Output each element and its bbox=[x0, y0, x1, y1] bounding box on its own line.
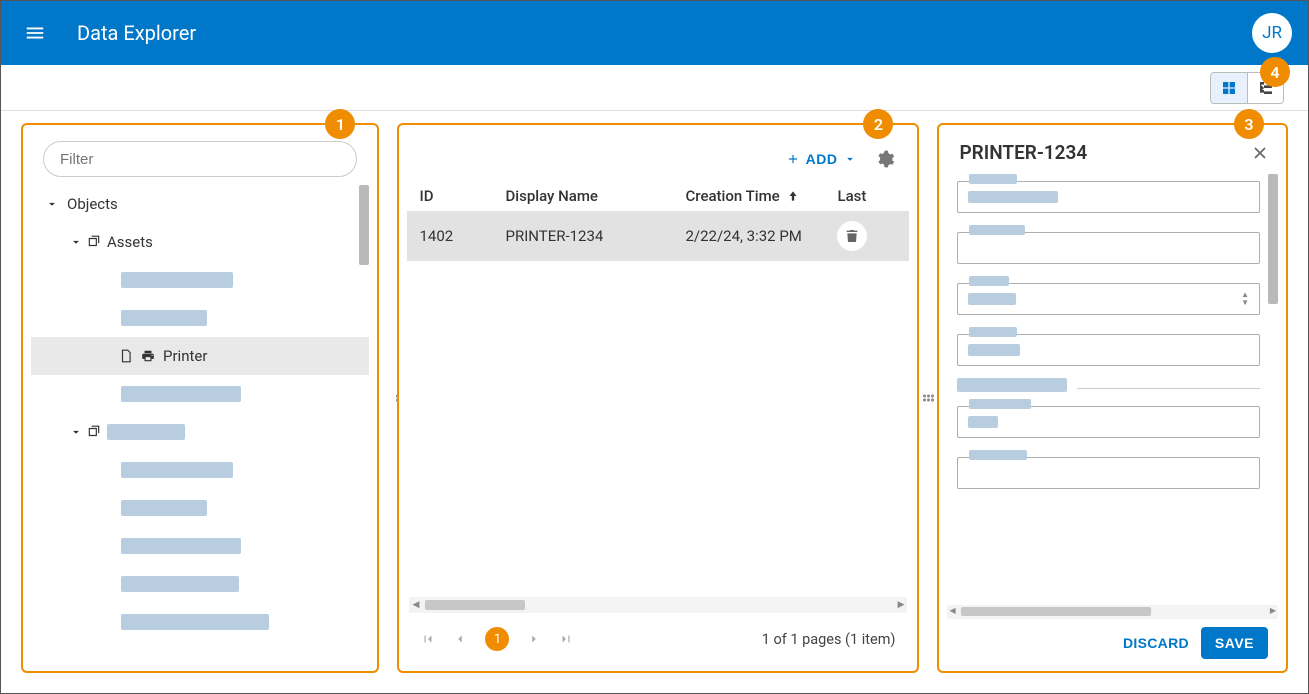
tree-item-redacted[interactable] bbox=[31, 489, 369, 527]
tree-item-redacted[interactable] bbox=[31, 261, 369, 299]
form-horizontal-scrollbar[interactable]: ◀ ▶ bbox=[947, 605, 1278, 619]
chevron-down-icon: ▼ bbox=[1241, 299, 1249, 307]
form-field-number[interactable]: ▲▼ bbox=[957, 276, 1260, 315]
tree-node-group[interactable] bbox=[31, 413, 369, 451]
chevron-down-icon bbox=[67, 235, 85, 249]
scroll-right-icon: ▶ bbox=[898, 600, 905, 610]
discard-button[interactable]: DISCARD bbox=[1123, 635, 1189, 651]
column-header-last[interactable]: Last bbox=[837, 187, 897, 205]
add-button[interactable]: ADD bbox=[786, 151, 858, 167]
column-header-id[interactable]: ID bbox=[419, 187, 505, 205]
tree-item-redacted[interactable] bbox=[31, 375, 369, 413]
object-tree: Objects Assets Printer bbox=[31, 185, 369, 659]
navigation-panel: 1 Objects Assets Printer bbox=[21, 123, 379, 673]
hamburger-menu-button[interactable] bbox=[17, 15, 53, 51]
scroll-left-icon: ◀ bbox=[412, 600, 419, 610]
form-scrollbar[interactable] bbox=[1268, 174, 1278, 601]
stack-icon bbox=[87, 235, 101, 249]
settings-button[interactable] bbox=[871, 145, 899, 173]
table-header: ID Display Name Creation Time Last bbox=[407, 181, 909, 211]
tree-filter-input[interactable] bbox=[43, 141, 357, 177]
tree-item-redacted[interactable] bbox=[31, 299, 369, 337]
details-form: ▲▼ bbox=[947, 174, 1278, 601]
sort-asc-icon bbox=[786, 189, 800, 203]
tree-label: Objects bbox=[67, 195, 118, 213]
tree-node-objects[interactable]: Objects bbox=[31, 185, 369, 223]
tree-item-redacted[interactable] bbox=[31, 603, 369, 641]
last-page-icon bbox=[559, 632, 573, 646]
add-label: ADD bbox=[806, 151, 838, 167]
scroll-left-icon: ◀ bbox=[949, 606, 955, 615]
details-title: PRINTER-1234 bbox=[959, 141, 1087, 164]
form-field[interactable] bbox=[957, 399, 1260, 438]
annotation-badge-4: 4 bbox=[1260, 57, 1290, 87]
form-field[interactable] bbox=[957, 450, 1260, 489]
panel-resize-handle[interactable] bbox=[923, 395, 935, 402]
number-stepper[interactable]: ▲▼ bbox=[1241, 291, 1249, 307]
chevron-right-icon bbox=[527, 632, 541, 646]
annotation-badge-1: 1 bbox=[325, 109, 355, 139]
tree-label: Assets bbox=[107, 233, 153, 251]
page-first-button[interactable] bbox=[421, 632, 435, 646]
cell-time: 2/22/24, 3:32 PM bbox=[685, 227, 837, 245]
tree-item-redacted[interactable] bbox=[31, 451, 369, 489]
app-title: Data Explorer bbox=[77, 21, 196, 45]
column-header-name[interactable]: Display Name bbox=[505, 187, 685, 205]
printer-icon bbox=[141, 349, 155, 363]
tree-node-assets[interactable]: Assets bbox=[31, 223, 369, 261]
page-last-button[interactable] bbox=[559, 632, 573, 646]
tree-scrollbar[interactable] bbox=[359, 185, 369, 659]
annotation-badge-3: 3 bbox=[1234, 109, 1264, 139]
cell-name: PRINTER-1234 bbox=[505, 227, 685, 245]
view-grid-button[interactable] bbox=[1211, 73, 1247, 103]
table-pager: 1 1 of 1 pages (1 item) bbox=[407, 619, 909, 659]
pager-summary: 1 of 1 pages (1 item) bbox=[762, 631, 896, 648]
secondary-toolbar bbox=[1, 65, 1308, 111]
plus-icon bbox=[786, 152, 800, 166]
tree-label: Printer bbox=[163, 347, 207, 365]
close-details-button[interactable] bbox=[1250, 143, 1270, 163]
tree-item-redacted[interactable] bbox=[31, 527, 369, 565]
hamburger-icon bbox=[24, 22, 46, 44]
tree-node-printer[interactable]: Printer bbox=[31, 337, 369, 375]
scroll-right-icon: ▶ bbox=[1270, 606, 1276, 615]
page-number-current[interactable]: 1 bbox=[485, 627, 509, 651]
gear-icon bbox=[875, 149, 895, 169]
form-field[interactable] bbox=[957, 327, 1260, 366]
file-icon bbox=[119, 349, 133, 363]
tree-item-redacted[interactable] bbox=[31, 565, 369, 603]
annotation-badge-2: 2 bbox=[863, 109, 893, 139]
data-table-panel: 2 ADD ID Display Name Creation Time bbox=[397, 123, 919, 673]
stack-icon bbox=[87, 425, 101, 439]
cell-id: 1402 bbox=[419, 227, 505, 245]
first-page-icon bbox=[421, 632, 435, 646]
chevron-down-icon bbox=[67, 425, 85, 439]
form-field[interactable] bbox=[957, 225, 1260, 264]
delete-row-button[interactable] bbox=[837, 221, 867, 251]
trash-icon bbox=[844, 228, 860, 244]
details-panel: 3 PRINTER-1234 ▲▼ bbox=[937, 123, 1288, 673]
form-field[interactable] bbox=[957, 174, 1260, 213]
chevron-left-icon bbox=[453, 632, 467, 646]
table-horizontal-scrollbar[interactable]: ◀ ▶ bbox=[409, 597, 907, 613]
chevron-down-icon bbox=[843, 152, 857, 166]
chevron-down-icon bbox=[43, 197, 61, 211]
table-row[interactable]: 1402 PRINTER-1234 2/22/24, 3:32 PM bbox=[407, 211, 909, 261]
column-header-time[interactable]: Creation Time bbox=[685, 187, 837, 205]
app-header: Data Explorer JR bbox=[1, 1, 1308, 65]
form-section-label bbox=[957, 378, 1067, 392]
page-prev-button[interactable] bbox=[453, 632, 467, 646]
close-icon bbox=[1250, 143, 1270, 163]
user-avatar[interactable]: JR bbox=[1252, 13, 1292, 53]
grid-icon bbox=[1221, 80, 1237, 96]
save-button[interactable]: SAVE bbox=[1201, 627, 1268, 659]
page-next-button[interactable] bbox=[527, 632, 541, 646]
